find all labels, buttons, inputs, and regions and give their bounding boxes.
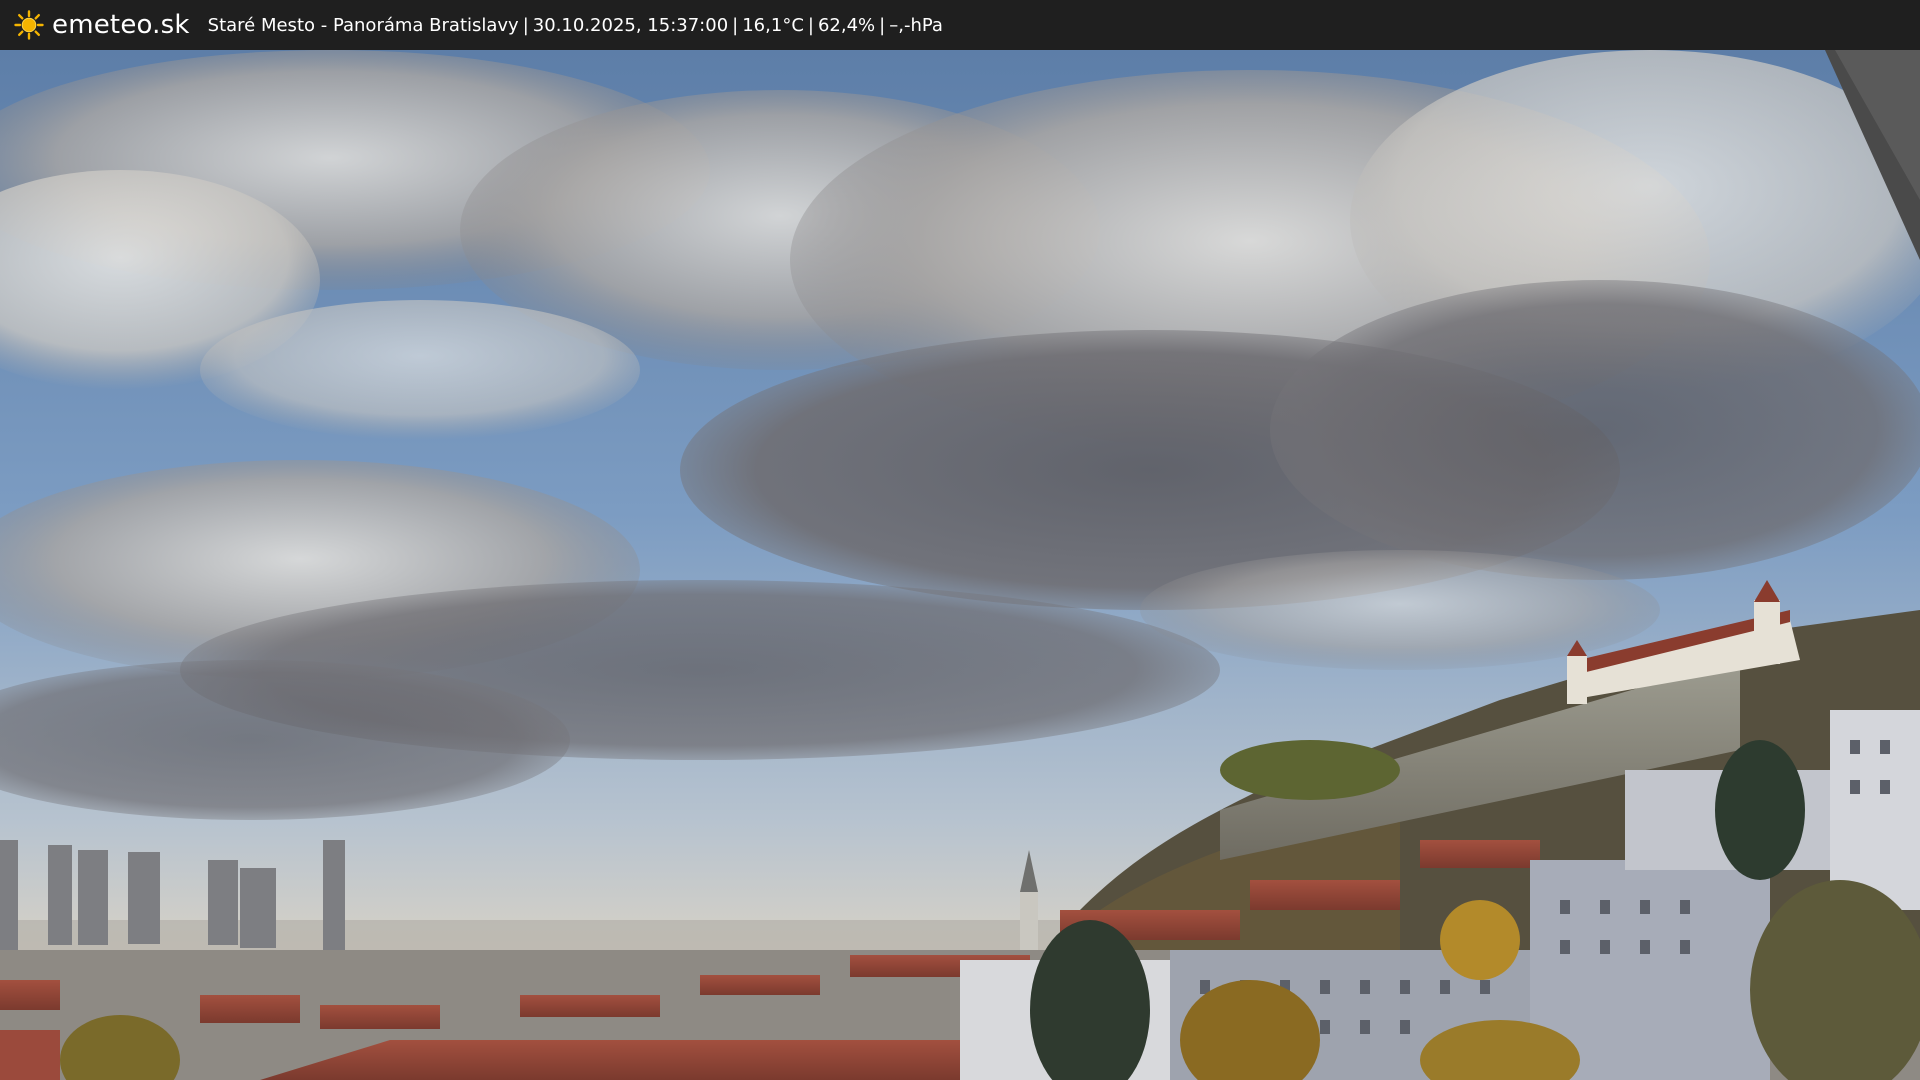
separator: | bbox=[732, 14, 739, 36]
brand[interactable]: emeteo.sk bbox=[14, 0, 190, 50]
temperature-text: 16,1°C bbox=[742, 14, 804, 36]
webcam-image bbox=[0, 50, 1920, 1080]
pressure-text: –,-hPa bbox=[889, 14, 943, 36]
separator: | bbox=[522, 14, 529, 36]
separator: | bbox=[879, 14, 886, 36]
status-line: Staré Mesto - Panoráma Bratislavy | 30.10.… bbox=[208, 15, 943, 36]
separator: | bbox=[807, 14, 814, 36]
humidity-text: 62,4% bbox=[817, 14, 876, 36]
sun-icon bbox=[14, 10, 44, 40]
datetime-text: 30.10.2025, 15:37:00 bbox=[532, 14, 729, 36]
site-name: emeteo.sk bbox=[52, 10, 190, 40]
location-text: Staré Mesto - Panoráma Bratislavy bbox=[207, 14, 519, 36]
top-bar: emeteo.sk Staré Mesto - Panoráma Bratisl… bbox=[0, 0, 1920, 50]
